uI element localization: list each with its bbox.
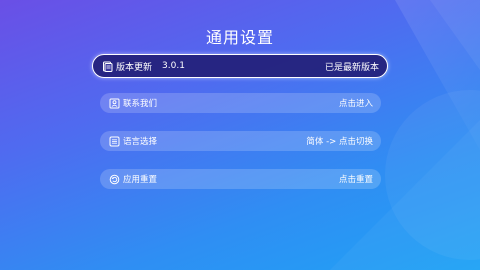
settings-item-version-update[interactable]: 版本更新 3.0.1 已是最新版本	[92, 54, 388, 78]
language-icon	[109, 136, 120, 147]
reset-icon	[109, 174, 120, 185]
settings-item-status: 已是最新版本	[324, 62, 379, 73]
settings-item-label: 应用重置	[123, 175, 158, 185]
settings-item-label: 语言选择	[123, 137, 158, 147]
settings-item-action: 点击进入	[338, 99, 373, 109]
settings-item-action: 点击重置	[338, 175, 373, 185]
contact-icon	[109, 98, 120, 109]
settings-item-action: 简体 -> 点击切换	[306, 137, 373, 147]
settings-item-language[interactable]: 语言选择 简体 -> 点击切换	[100, 131, 381, 151]
page-title: 通用设置	[205, 28, 274, 47]
settings-item-label: 联系我们	[123, 99, 158, 109]
document-icon	[102, 61, 113, 72]
settings-item-contact-us[interactable]: 联系我们 点击进入	[100, 93, 381, 113]
settings-item-app-reset[interactable]: 应用重置 点击重置	[100, 169, 381, 189]
version-number: 3.0.1	[162, 61, 185, 71]
settings-item-label: 版本更新	[116, 62, 153, 73]
